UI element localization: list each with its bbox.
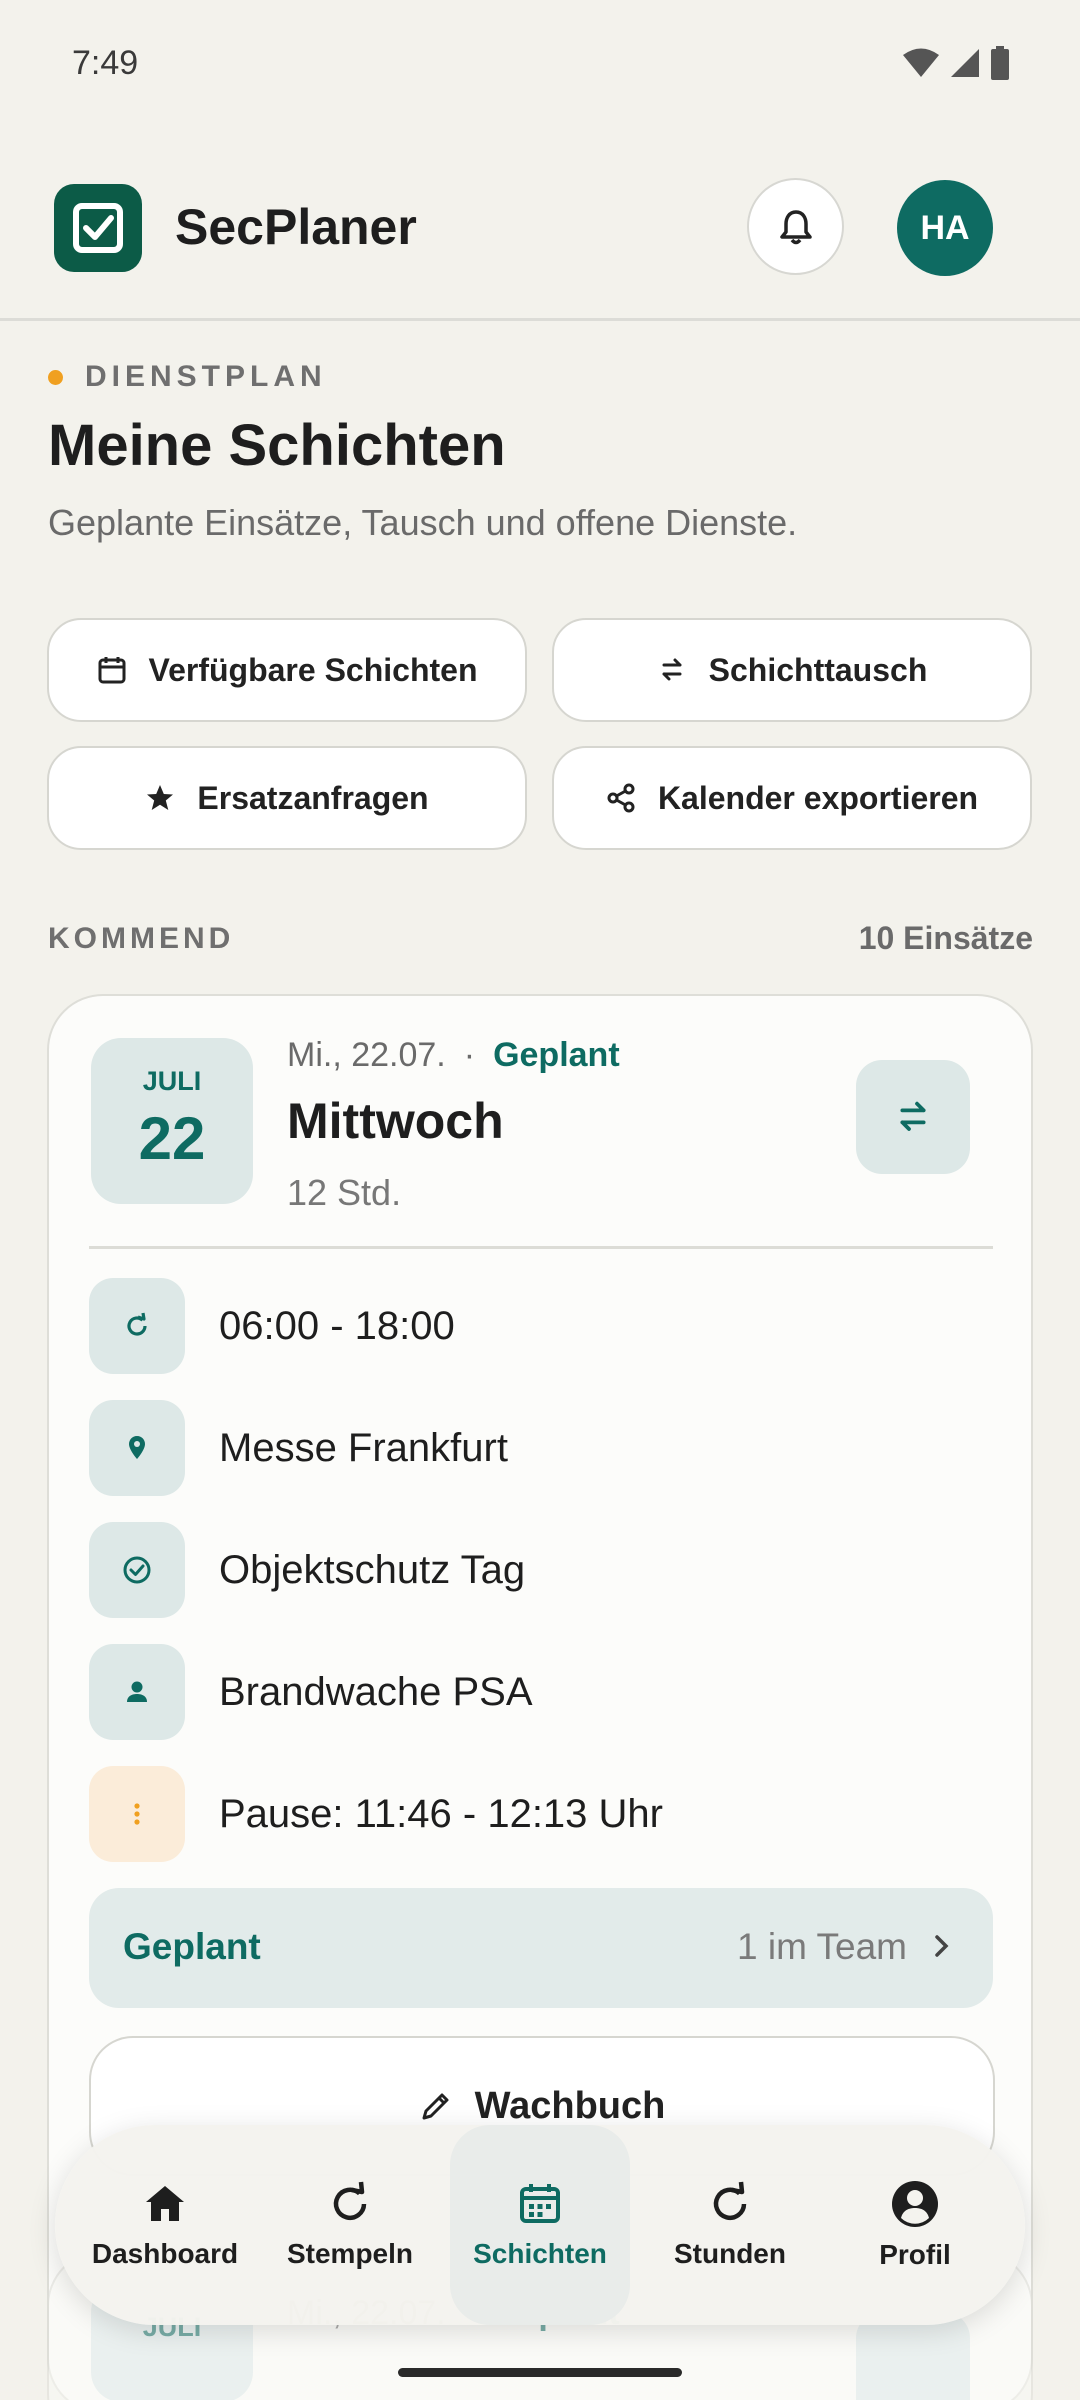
team-status-row[interactable]: Geplant 1 im Team (89, 1888, 993, 2008)
app-bar-divider (0, 318, 1080, 321)
profile-icon (892, 2181, 938, 2227)
shift-swap-label: Schichttausch (708, 651, 928, 688)
wifi-icon (903, 48, 939, 77)
refresh-icon (89, 1278, 185, 1374)
nav-stunden[interactable]: Stunden (640, 2125, 820, 2325)
shift-role: Brandwache PSA (219, 1669, 533, 1714)
wachbuch-label: Wachbuch (474, 2084, 666, 2127)
shift-weekday: Mittwoch (287, 1093, 504, 1149)
available-shifts-button[interactable]: Verfügbare Schichten (47, 618, 527, 722)
signal-icon (951, 49, 979, 77)
home-icon (146, 2186, 184, 2221)
date-month: JULI (142, 1066, 202, 1096)
checkbox-logo-icon (73, 203, 123, 253)
shift-location-row: Messe Frankfurt (89, 1400, 508, 1496)
shift-meta: Mi., 22.07. · Geplant (287, 1036, 620, 1075)
shift-location: Messe Frankfurt (219, 1425, 508, 1470)
tag-dot (48, 369, 63, 385)
shift-role-row: Brandwache PSA (89, 1644, 533, 1740)
export-calendar-button[interactable]: Kalender exportieren (552, 746, 1032, 850)
nav-profil[interactable]: Profil (825, 2125, 1005, 2325)
date-box: JULI 22 (91, 1038, 253, 1204)
shift-swap-button[interactable]: Schichttausch (552, 618, 1032, 722)
section-tag: DIENSTPLAN (48, 360, 327, 394)
next-swap-button[interactable] (856, 2312, 970, 2400)
card-divider (89, 1246, 993, 1249)
export-calendar-label: Kalender exportieren (657, 779, 979, 816)
shift-time-row: 06:00 - 18:00 (89, 1278, 455, 1374)
star-icon (147, 785, 174, 810)
check-circle-icon (89, 1522, 185, 1618)
bottom-nav: Dashboard Stempeln Schichten Stunden Pro… (55, 2125, 1025, 2325)
app-logo (54, 184, 142, 272)
shift-date: Mi., 22.07. (287, 1036, 446, 1074)
share-icon (607, 783, 635, 813)
bell-icon (779, 209, 812, 244)
calendar-icon (98, 657, 125, 684)
shift-status: Geplant (493, 1036, 620, 1074)
person-icon (89, 1644, 185, 1740)
nav-schichten[interactable]: Schichten (450, 2125, 630, 2325)
nav-profil-label: Profil (879, 2239, 951, 2270)
status-time: 7:49 (72, 44, 139, 82)
more-vertical-icon (89, 1766, 185, 1862)
available-shifts-label: Verfügbare Schichten (148, 651, 478, 688)
shift-service: Objektschutz Tag (219, 1547, 526, 1592)
replacement-requests-button[interactable]: Ersatzanfragen (47, 746, 527, 850)
page-title: Meine Schichten (48, 413, 506, 478)
page-subtitle: Geplante Einsätze, Tausch und offene Die… (48, 502, 798, 543)
replacement-requests-label: Ersatzanfragen (197, 779, 429, 816)
status-bar: 7:49 (0, 0, 1080, 130)
shift-service-row: Objektschutz Tag (89, 1522, 525, 1618)
swap-icon (662, 658, 682, 681)
home-indicator[interactable] (398, 2368, 682, 2377)
upcoming-count: 10 Einsätze (858, 920, 1033, 956)
date-day: 22 (138, 1105, 206, 1172)
refresh-icon (713, 2181, 747, 2221)
nav-schichten-label: Schichten (473, 2238, 607, 2269)
shift-pause: Pause: 11:46 - 12:13 Uhr (219, 1791, 663, 1836)
app-title: SecPlaner (175, 199, 417, 255)
shift-duration: 12 Std. (287, 1172, 402, 1213)
team-count: 1 im Team (737, 1926, 907, 1967)
status-icons (902, 46, 1010, 80)
location-pin-icon (89, 1400, 185, 1496)
shift-time: 06:00 - 18:00 (219, 1303, 455, 1348)
nav-stempeln[interactable]: Stempeln (260, 2125, 440, 2325)
swap-icon (900, 1101, 926, 1131)
swap-shift-button[interactable] (856, 1060, 970, 1174)
nav-stempeln-label: Stempeln (286, 2238, 414, 2269)
nav-dashboard-label: Dashboard (91, 2238, 239, 2269)
nav-stunden-label: Stunden (674, 2238, 786, 2269)
chevron-right-icon (935, 1935, 949, 1957)
notifications-button[interactable] (747, 178, 844, 275)
nav-dashboard[interactable]: Dashboard (75, 2125, 255, 2325)
calendar-icon (520, 2184, 560, 2223)
section-tag-label: DIENSTPLAN (85, 360, 327, 393)
avatar[interactable]: HA (897, 180, 993, 276)
shift-pause-row: Pause: 11:46 - 12:13 Uhr (89, 1766, 663, 1862)
refresh-icon (333, 2181, 367, 2221)
upcoming-label: KOMMEND (48, 922, 235, 955)
app-bar: SecPlaner HA (0, 170, 1080, 320)
battery-icon (991, 46, 1009, 80)
meta-separator: · (463, 1036, 476, 1074)
pencil-icon (422, 2093, 449, 2120)
team-status-label: Geplant (123, 1926, 261, 1967)
